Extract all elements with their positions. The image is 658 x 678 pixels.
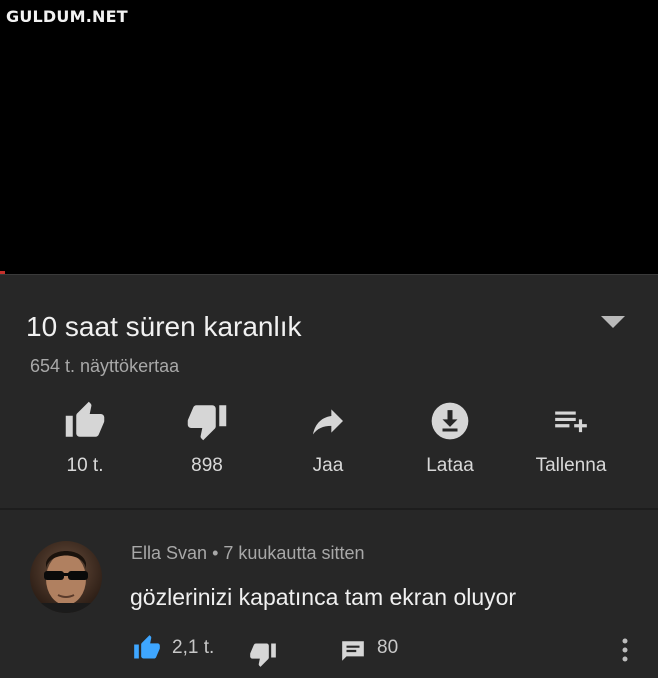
chevron-down-icon — [601, 316, 625, 328]
expand-description-button[interactable] — [600, 315, 626, 329]
download-icon — [431, 402, 469, 440]
thumbs-up-icon — [134, 635, 160, 659]
download-button[interactable]: Lataa — [395, 398, 505, 477]
save-label: Tallenna — [535, 455, 607, 476]
dislike-count: 898 — [191, 455, 223, 476]
comment-reply-count: 80 — [377, 637, 399, 658]
share-label: Jaa — [312, 455, 344, 476]
action-bar: 10 t. 898 Jaa Lataa Tallenna — [0, 398, 658, 488]
more-vert-icon — [622, 638, 628, 662]
dislike-button[interactable]: 898 — [152, 398, 262, 477]
comment-author[interactable]: Ella Svan — [131, 543, 207, 563]
view-count: 654 t. näyttökertaa — [30, 356, 180, 376]
comment-text: gözlerinizi kapatınca tam ekran oluyor — [130, 584, 517, 610]
comment-meta: Ella Svan • 7 kuukautta sitten — [131, 543, 364, 564]
share-icon — [313, 409, 343, 435]
thumbs-up-icon — [65, 401, 105, 437]
comment-time: 7 kuukautta sitten — [223, 543, 365, 563]
watermark: GULDUM.NET — [6, 7, 128, 26]
thumbs-down-icon — [187, 405, 227, 441]
like-count: 10 t. — [66, 455, 104, 476]
divider — [0, 274, 658, 275]
thumbs-down-icon — [250, 643, 276, 667]
divider — [0, 508, 658, 510]
video-title: 10 saat süren karanlık — [26, 311, 302, 342]
comment-like-button[interactable] — [132, 634, 162, 667]
like-button[interactable]: 10 t. — [30, 398, 140, 477]
save-button[interactable]: Tallenna — [516, 398, 626, 477]
video-player[interactable]: GULDUM.NET — [0, 0, 658, 274]
comment-icon — [342, 641, 364, 661]
avatar[interactable] — [30, 541, 102, 613]
comment-dislike-button[interactable] — [248, 640, 278, 673]
playlist-add-icon — [555, 411, 587, 433]
share-button[interactable]: Jaa — [273, 398, 383, 477]
meta-separator: • — [212, 543, 219, 563]
download-label: Lataa — [426, 455, 474, 476]
comment-replies-button[interactable] — [339, 638, 367, 669]
comment-more-button[interactable] — [618, 636, 632, 669]
avatar-image — [30, 541, 102, 613]
comment-like-count: 2,1 t. — [172, 637, 215, 658]
